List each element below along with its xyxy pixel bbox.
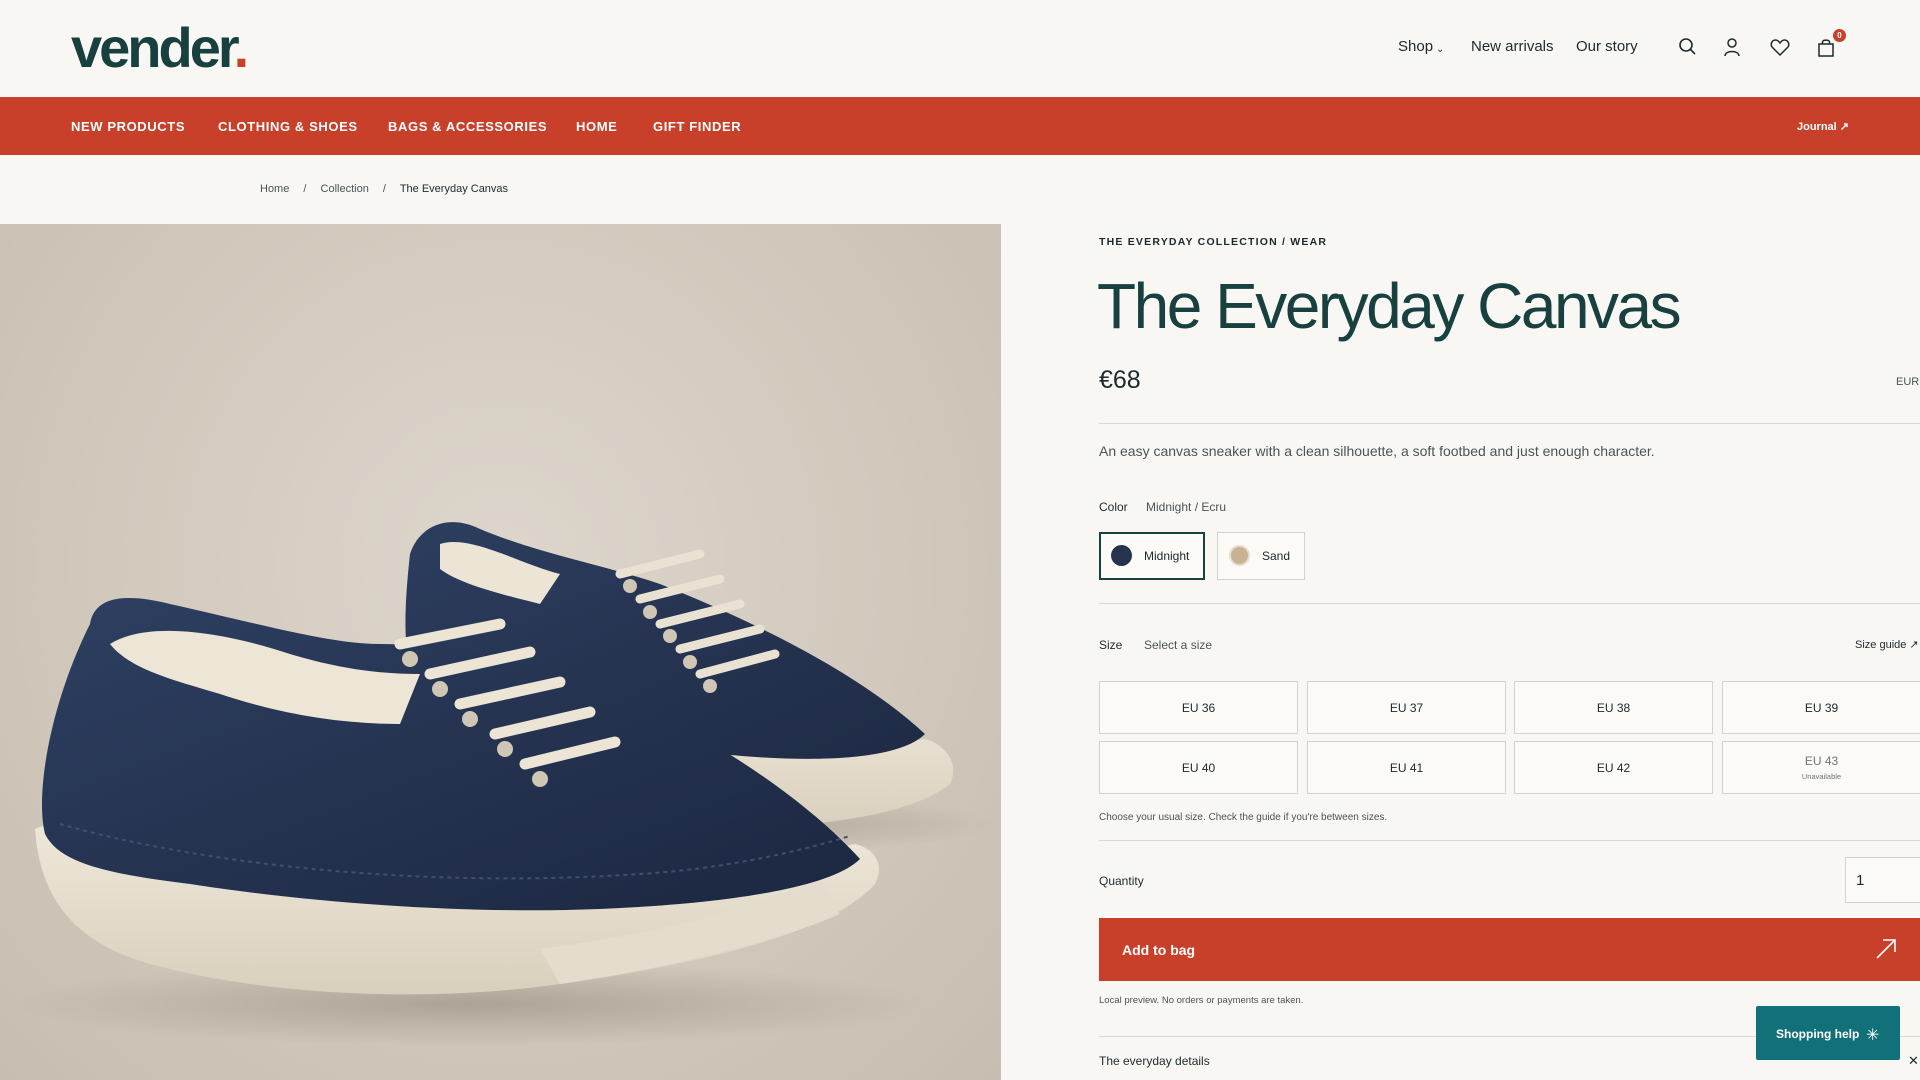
product-image <box>0 224 1001 1080</box>
bag-count-badge: 0 <box>1833 29 1846 42</box>
nav-new-arrivals[interactable]: New arrivals <box>1471 38 1554 55</box>
category-new-products[interactable]: NEW PRODUCTS <box>71 119 185 134</box>
category-bar: NEW PRODUCTS CLOTHING & SHOES BAGS & ACC… <box>0 97 1920 155</box>
color-swatch-label: Midnight <box>1144 549 1190 563</box>
product-eyebrow: THE EVERYDAY COLLECTION / WEAR <box>1099 236 1328 248</box>
category-gift-finder[interactable]: GIFT FINDER <box>653 119 741 134</box>
product-title: The Everyday Canvas <box>1097 270 1682 342</box>
breadcrumb-separator: / <box>303 183 307 195</box>
color-dot <box>1229 545 1250 566</box>
size-option-eu42[interactable]: EU 42 <box>1514 741 1713 794</box>
size-hint: Choose your usual size. Check the guide … <box>1099 812 1388 823</box>
logo[interactable]: vender. <box>71 18 249 78</box>
details-accordion[interactable]: The everyday details <box>1099 1054 1210 1068</box>
size-option-eu36[interactable]: EU 36 <box>1099 681 1298 734</box>
breadcrumb-current: The Everyday Canvas <box>399 183 509 195</box>
nav-shop[interactable]: Shop ⌄ <box>1398 38 1444 55</box>
product-price: €68 <box>1099 366 1141 394</box>
breadcrumb: Home / Collection / The Everyday Canvas <box>260 183 508 195</box>
color-dot <box>1111 545 1132 566</box>
size-option-eu41[interactable]: EU 41 <box>1307 741 1506 794</box>
unavailable-label: Unavailable <box>1801 772 1842 781</box>
add-to-bag-label: Add to bag <box>1122 942 1196 958</box>
divider <box>1099 423 1920 424</box>
size-value: Select a size <box>1144 638 1213 652</box>
size-option-eu37[interactable]: EU 37 <box>1307 681 1506 734</box>
journal-link[interactable]: Journal ↗ <box>1797 120 1849 133</box>
divider <box>1099 603 1920 604</box>
site-header: vender. Shop ⌄ New arrivals Our story 0 <box>0 0 1920 97</box>
close-icon[interactable]: ✕ <box>1908 1053 1919 1069</box>
add-to-bag-button[interactable]: Add to bag <box>1099 918 1920 981</box>
size-option-eu38[interactable]: EU 38 <box>1514 681 1713 734</box>
size-option-eu40[interactable]: EU 40 <box>1099 741 1298 794</box>
nav-our-story[interactable]: Our story <box>1576 38 1638 55</box>
size-guide-link[interactable]: Size guide ↗ <box>1855 638 1919 651</box>
color-value: Midnight / Ecru <box>1146 500 1227 514</box>
currency-code: EUR <box>1896 376 1920 388</box>
shopping-help-button[interactable]: Shopping help ✳ <box>1756 1006 1900 1060</box>
category-home[interactable]: HOME <box>576 119 617 134</box>
shopping-help-label: Shopping help <box>1776 1027 1860 1041</box>
color-label: Color <box>1099 500 1128 514</box>
divider <box>1099 840 1920 841</box>
quantity-label: Quantity <box>1099 874 1144 888</box>
size-label: Size <box>1099 638 1123 652</box>
sparkle-icon: ✳ <box>1866 1027 1880 1044</box>
size-option-eu39[interactable]: EU 39 <box>1722 681 1920 734</box>
arrow-up-right-icon <box>1876 939 1896 959</box>
breadcrumb-home[interactable]: Home <box>260 183 289 195</box>
category-bags-accessories[interactable]: BAGS & ACCESSORIES <box>388 119 547 134</box>
color-swatch-midnight[interactable]: Midnight <box>1099 532 1205 580</box>
size-option-eu43[interactable]: EU 43 Unavailable <box>1722 741 1920 794</box>
category-clothing-shoes[interactable]: CLOTHING & SHOES <box>218 119 358 134</box>
search-icon[interactable] <box>1677 36 1699 58</box>
product-description: An easy canvas sneaker with a clean silh… <box>1099 443 1655 459</box>
preview-note: Local preview. No orders or payments are… <box>1099 995 1304 1006</box>
breadcrumb-separator: / <box>382 183 386 195</box>
breadcrumb-collection[interactable]: Collection <box>321 183 369 195</box>
chevron-down-icon: ⌄ <box>1436 44 1445 55</box>
account-icon[interactable] <box>1721 36 1743 58</box>
quantity-input[interactable] <box>1845 857 1920 903</box>
color-swatch-label: Sand <box>1262 549 1291 563</box>
color-swatch-sand[interactable]: Sand <box>1217 532 1305 580</box>
heart-icon[interactable] <box>1769 36 1791 58</box>
